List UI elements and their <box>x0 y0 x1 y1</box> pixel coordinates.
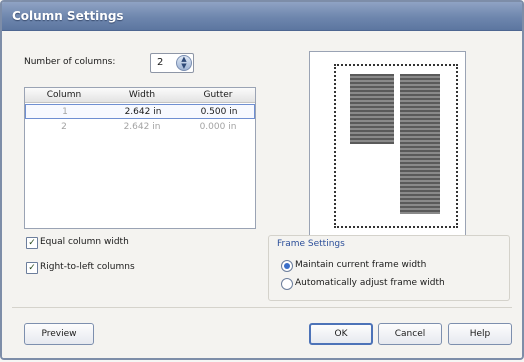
adjust-frame-width-label[interactable]: Automatically adjust frame width <box>295 278 445 288</box>
preview-button[interactable]: Preview <box>24 323 94 345</box>
table-row[interactable]: 1 2.642 in 0.500 in <box>25 104 255 119</box>
column-table-header: Column Width Gutter <box>25 88 255 103</box>
page-outline <box>334 64 458 228</box>
rtl-columns-checkbox[interactable]: ✓ <box>26 262 38 274</box>
adjust-frame-width-radio[interactable] <box>281 278 293 290</box>
number-of-columns-label: Number of columns: <box>24 57 116 67</box>
column-settings-dialog: Column Settings Number of columns: 2 ▲ ▼… <box>0 0 524 360</box>
row-width-value[interactable]: 2.642 in <box>104 107 182 117</box>
rtl-columns-label[interactable]: Right-to-left columns <box>40 262 135 272</box>
dialog-body: Number of columns: 2 ▲ ▼ Column Width Gu… <box>2 31 522 358</box>
dialog-title: Column Settings <box>12 9 124 23</box>
help-button[interactable]: Help <box>448 323 512 345</box>
row-gutter-value[interactable]: 0.500 in <box>182 107 256 117</box>
preview-column-right <box>400 74 440 214</box>
spin-buttons[interactable]: ▲ ▼ <box>176 55 192 71</box>
row-gutter-value[interactable]: 0.000 in <box>181 122 255 132</box>
row-width-value[interactable]: 2.642 in <box>103 122 181 132</box>
header-column[interactable]: Column <box>25 90 103 100</box>
column-preview <box>309 51 466 236</box>
header-gutter[interactable]: Gutter <box>181 90 255 100</box>
equal-width-label[interactable]: Equal column width <box>40 237 129 247</box>
footer-divider <box>12 307 512 308</box>
preview-column-left <box>350 74 394 144</box>
header-width[interactable]: Width <box>103 90 181 100</box>
frame-settings-title: Frame Settings <box>277 239 345 249</box>
cancel-button[interactable]: Cancel <box>378 323 442 345</box>
frame-settings-group: Frame Settings Maintain current frame wi… <box>268 235 510 301</box>
number-of-columns-spinner[interactable]: 2 ▲ ▼ <box>150 53 194 73</box>
ok-button[interactable]: OK <box>309 323 373 345</box>
row-column-number: 2 <box>61 122 67 132</box>
maintain-frame-width-label[interactable]: Maintain current frame width <box>295 260 426 270</box>
column-table[interactable]: Column Width Gutter 1 2.642 in 0.500 in … <box>24 87 256 229</box>
number-of-columns-value[interactable]: 2 <box>157 57 163 68</box>
maintain-frame-width-radio[interactable] <box>281 260 293 272</box>
title-bar[interactable]: Column Settings <box>2 2 522 31</box>
row-column-number: 1 <box>62 107 68 117</box>
spin-down-icon[interactable]: ▼ <box>177 63 191 70</box>
equal-width-checkbox[interactable]: ✓ <box>26 237 38 249</box>
table-row[interactable]: 2 2.642 in 0.000 in <box>25 120 255 135</box>
